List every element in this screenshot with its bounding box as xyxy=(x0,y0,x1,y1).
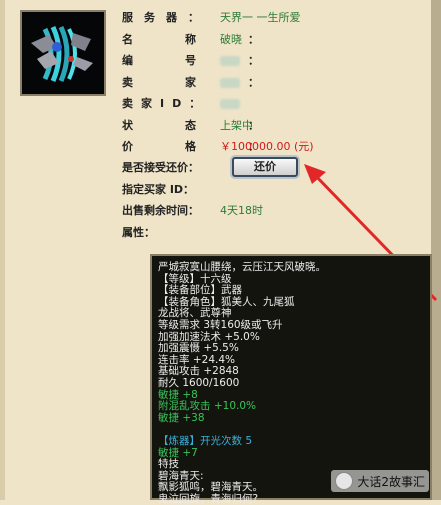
description-line: 严城寂寞山腰绕，云压江天风破晓。 xyxy=(158,261,326,273)
watermark-text: 大话2故事汇 xyxy=(357,474,425,489)
description-line: 附混乱攻击 +10.0% xyxy=(158,400,256,413)
watermark: 大话2故事汇 xyxy=(331,470,429,492)
item-description-panel: 严城寂寞山腰绕，云压江天风破晓。 【等级】十六级 【装备部位】武器 【装备角色】狐美人… xyxy=(150,254,432,504)
description-line: 特技 xyxy=(158,458,179,471)
description-line: 耐久 1600/1600 xyxy=(158,376,240,389)
wechat-icon xyxy=(335,472,354,490)
description-line: 加强震慑 +5.5% xyxy=(158,342,239,355)
description-line: 敏捷 +7 xyxy=(158,446,198,459)
description-line: 【炼器】开光次数 5 xyxy=(158,434,253,447)
description-line: 等级需求 3转160级或飞升 xyxy=(158,318,283,331)
description-line: 鬼泣回旋，青海归何? xyxy=(158,492,259,505)
description-line: 敏捷 +38 xyxy=(158,411,205,424)
